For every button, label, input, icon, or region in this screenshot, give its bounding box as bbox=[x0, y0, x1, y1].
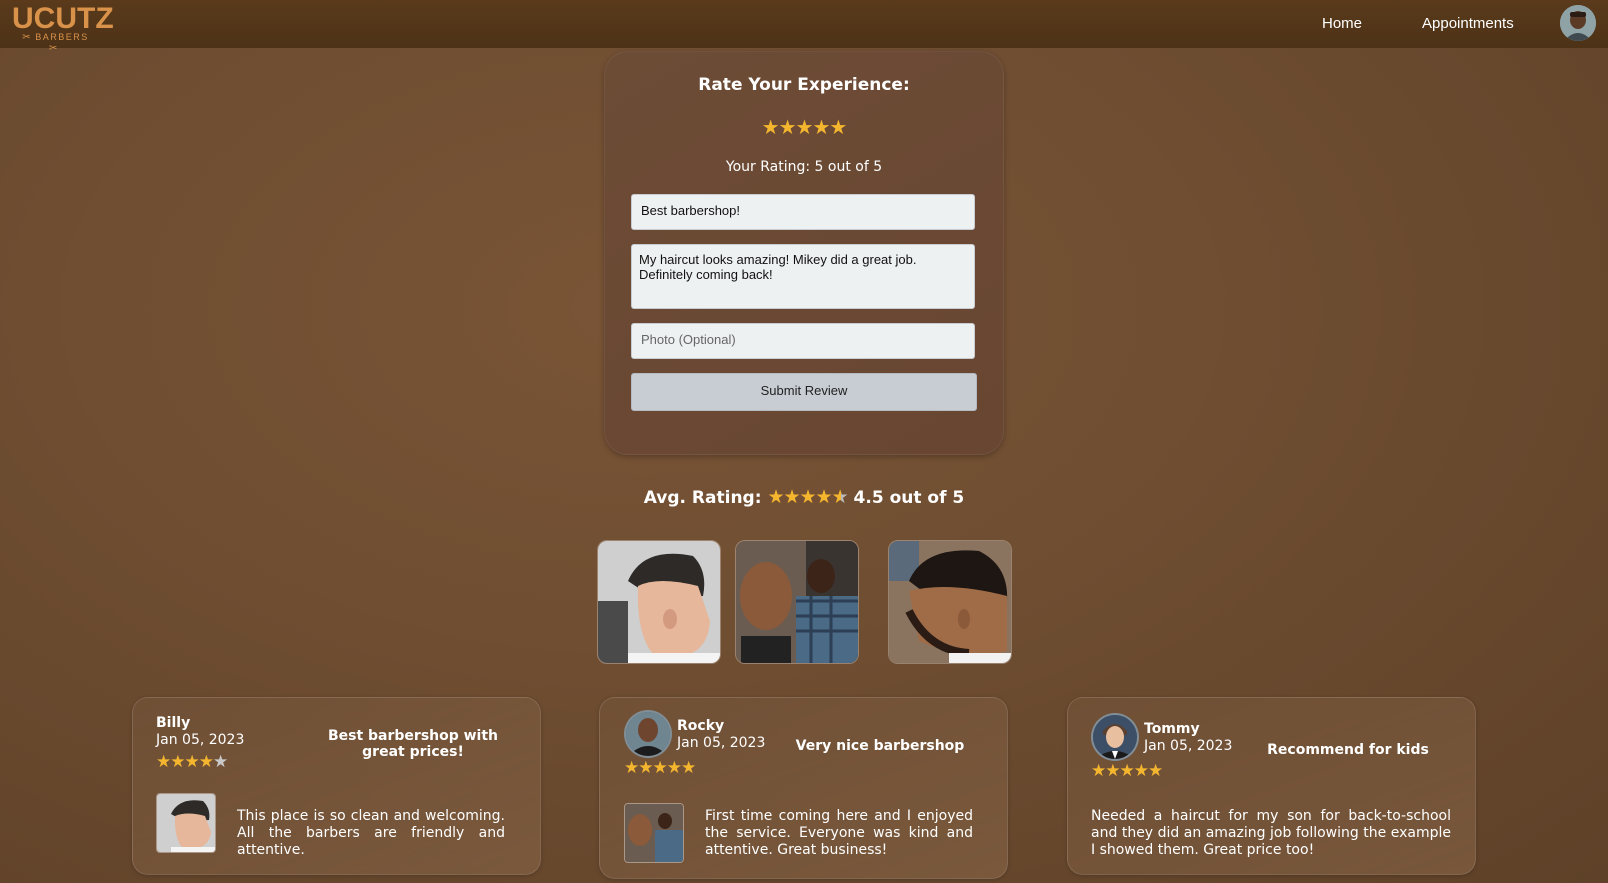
review-photo[interactable] bbox=[624, 803, 684, 863]
review-stars: ★★★★★ bbox=[624, 758, 696, 778]
review-date: Jan 05, 2023 bbox=[677, 735, 766, 751]
review-title: Very nice barbershop bbox=[795, 738, 965, 754]
review-title-input[interactable]: Best barbershop! bbox=[631, 194, 975, 230]
submit-review-button[interactable]: Submit Review bbox=[631, 373, 977, 411]
review-title: Recommend for kids bbox=[1267, 742, 1429, 758]
ucutz-logo[interactable]: UCUTZ ✂ BARBERS✂ bbox=[12, 2, 114, 55]
photo-input[interactable]: Photo (Optional) bbox=[631, 323, 975, 359]
review-card: Tommy Jan 05, 2023 ★★★★★ Recommend for k… bbox=[1067, 697, 1476, 875]
review-date: Jan 05, 2023 bbox=[1144, 738, 1233, 754]
half-star-icon: ★ bbox=[831, 486, 849, 508]
star-2-icon[interactable]: ★ bbox=[779, 115, 797, 139]
review-card: Rocky Jan 05, 2023 ★★★★★ Very nice barbe… bbox=[599, 697, 1008, 879]
review-card: Billy Jan 05, 2023 ★★★★★ Best barbershop… bbox=[132, 697, 541, 875]
reviewer-avatar bbox=[624, 710, 672, 758]
avg-rating-label: Avg. Rating: bbox=[643, 488, 762, 508]
user-avatar[interactable] bbox=[1560, 5, 1596, 41]
review-photo[interactable] bbox=[156, 793, 216, 853]
logo-wordmark: UCUTZ bbox=[12, 2, 114, 35]
gallery-photo-1[interactable] bbox=[597, 540, 721, 664]
logo-subtitle: ✂ BARBERS✂ bbox=[22, 32, 89, 54]
review-stars: ★★★★★ bbox=[156, 752, 228, 772]
avg-rating-value: 4.5 out of 5 bbox=[853, 488, 965, 508]
rating-star-selector[interactable]: ★★★★★ bbox=[605, 115, 1003, 139]
review-body-textarea[interactable]: My haircut looks amazing! Mikey did a gr… bbox=[631, 244, 975, 309]
rate-title: Rate Your Experience: bbox=[698, 75, 910, 95]
your-rating-text: Your Rating: 5 out of 5 bbox=[725, 159, 883, 175]
reviewer-avatar bbox=[1091, 713, 1139, 761]
gallery-photo-2[interactable] bbox=[735, 540, 859, 664]
gallery-photo-3[interactable] bbox=[888, 540, 1012, 664]
nav-appointments-link[interactable]: Appointments bbox=[1422, 15, 1514, 32]
reviewer-name: Rocky bbox=[677, 718, 725, 734]
nav-home-link[interactable]: Home bbox=[1322, 15, 1362, 32]
star-4-icon[interactable]: ★ bbox=[812, 115, 830, 139]
scissors-icon: ✂ bbox=[22, 32, 33, 43]
review-text: Needed a haircut for my son for back-to-… bbox=[1091, 808, 1451, 858]
avg-rating-stars: ★★★★★ bbox=[767, 486, 849, 508]
review-text: First time coming here and I enjoyed the… bbox=[705, 808, 973, 858]
rate-experience-card: Rate Your Experience: ★★★★★ Your Rating:… bbox=[604, 51, 1004, 455]
review-title: Best barbershop with great prices! bbox=[327, 728, 499, 760]
review-text: This place is so clean and welcoming. Al… bbox=[237, 808, 505, 858]
reviewer-name: Billy bbox=[156, 715, 191, 731]
top-nav: UCUTZ ✂ BARBERS✂ Home Appointments bbox=[0, 0, 1608, 55]
reviewer-name: Tommy bbox=[1144, 721, 1200, 737]
scissors-icon: ✂ bbox=[49, 43, 59, 54]
average-rating: Avg. Rating: ★★★★★ 4.5 out of 5 bbox=[0, 486, 1608, 508]
review-date: Jan 05, 2023 bbox=[156, 732, 245, 748]
star-3-icon[interactable]: ★ bbox=[796, 115, 814, 139]
star-1-icon[interactable]: ★ bbox=[762, 115, 780, 139]
star-5-icon[interactable]: ★ bbox=[829, 115, 847, 139]
review-stars: ★★★★★ bbox=[1091, 761, 1163, 781]
